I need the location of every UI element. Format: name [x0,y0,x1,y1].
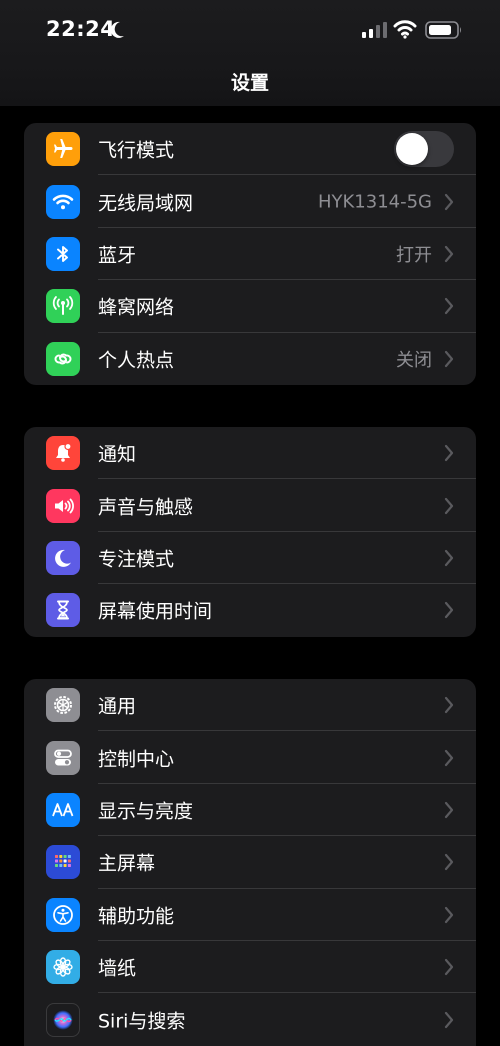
row-label: 显示与亮度 [98,800,194,823]
chevron-right-icon [444,1011,454,1028]
text-size-icon [46,792,80,827]
settings-group-general: 通用 控制中心 显示与亮度 主屏幕 辅助功能 墙纸 Siri与搜索 [24,679,476,1046]
chevron-right-icon [444,245,454,263]
row-siri-search[interactable]: Siri与搜索 [24,993,476,1045]
chevron-right-icon [444,749,454,766]
row-value: 关闭 [396,349,432,371]
chevron-right-icon [444,549,454,567]
row-label: 通用 [98,695,137,718]
row-label: Siri与搜索 [98,1010,186,1033]
accessibility-icon [46,897,80,932]
siri-icon [46,1002,80,1037]
settings-screen: 22:24 设置 飞行模式 无线局域网 HYK1314-5G 蓝牙 打开 蜂窝网… [0,0,500,1046]
switches-icon [46,740,80,775]
row-wifi[interactable]: 无线局域网 HYK1314-5G [24,175,476,228]
airplane-mode-toggle[interactable] [394,131,454,168]
row-screen-time[interactable]: 屏幕使用时间 [24,584,476,636]
row-label: 专注模式 [98,548,175,571]
settings-group-notifications: 通知 声音与触感 专注模式 屏幕使用时间 [24,427,476,637]
chevron-right-icon [444,350,454,367]
airplane-icon [46,132,80,167]
chevron-right-icon [444,697,454,714]
hotspot-icon [46,341,80,376]
hourglass-icon [46,593,80,628]
row-label: 声音与触感 [98,496,194,519]
settings-group-connectivity: 飞行模式 无线局域网 HYK1314-5G 蓝牙 打开 蜂窝网络 个人热点 关闭 [24,123,476,385]
chevron-right-icon [444,193,454,210]
chevron-right-icon [444,602,454,619]
row-sounds-haptics[interactable]: 声音与触感 [24,479,476,532]
row-control-center[interactable]: 控制中心 [24,731,476,784]
moon-icon [110,21,124,38]
row-label: 飞行模式 [98,139,175,162]
home-grid-icon [46,845,80,880]
row-label: 屏幕使用时间 [98,600,213,623]
row-label: 墙纸 [98,957,137,980]
row-value: 打开 [396,244,432,266]
row-label: 无线局域网 [98,192,194,215]
flower-icon [46,950,80,985]
row-value: HYK1314-5G [317,191,432,213]
row-label: 蜂窝网络 [98,296,175,319]
bluetooth-icon [46,236,80,271]
row-wallpaper[interactable]: 墙纸 [24,941,476,994]
bell-icon [46,436,80,471]
row-label: 通知 [98,443,137,466]
speaker-icon [46,488,80,523]
wifi-icon [46,184,80,219]
chevron-right-icon [444,497,454,514]
row-display-brightness[interactable]: 显示与亮度 [24,784,476,837]
row-general[interactable]: 通用 [24,679,476,732]
row-home-screen[interactable]: 主屏幕 [24,836,476,889]
battery-icon [425,21,461,39]
moon-icon [46,540,80,575]
navigation-header: 22:24 设置 [0,0,500,106]
row-label: 控制中心 [98,748,175,771]
page-title: 设置 [230,72,269,94]
row-label: 主屏幕 [98,852,156,875]
row-label: 蓝牙 [98,244,137,267]
row-label: 辅助功能 [98,905,175,928]
status-bar: 22:24 [0,0,500,60]
row-cellular[interactable]: 蜂窝网络 [24,280,476,333]
gear-icon [46,688,80,723]
chevron-right-icon [444,906,454,923]
chevron-right-icon [444,298,454,315]
row-accessibility[interactable]: 辅助功能 [24,889,476,941]
row-focus[interactable]: 专注模式 [24,532,476,585]
antenna-icon [46,289,80,324]
row-label: 个人热点 [98,349,175,372]
chevron-right-icon [444,801,454,819]
chevron-right-icon [444,959,454,976]
chevron-right-icon [444,854,454,871]
row-notifications[interactable]: 通知 [24,427,476,480]
toggle-knob [396,133,428,166]
row-personal-hotspot[interactable]: 个人热点 关闭 [24,333,476,385]
row-bluetooth[interactable]: 蓝牙 打开 [24,228,476,281]
chevron-right-icon [444,445,454,462]
wifi-icon [393,20,417,39]
status-time: 22:24 [46,17,116,41]
row-airplane-mode[interactable]: 飞行模式 [24,123,476,176]
cellular-signal-icon [362,22,387,38]
